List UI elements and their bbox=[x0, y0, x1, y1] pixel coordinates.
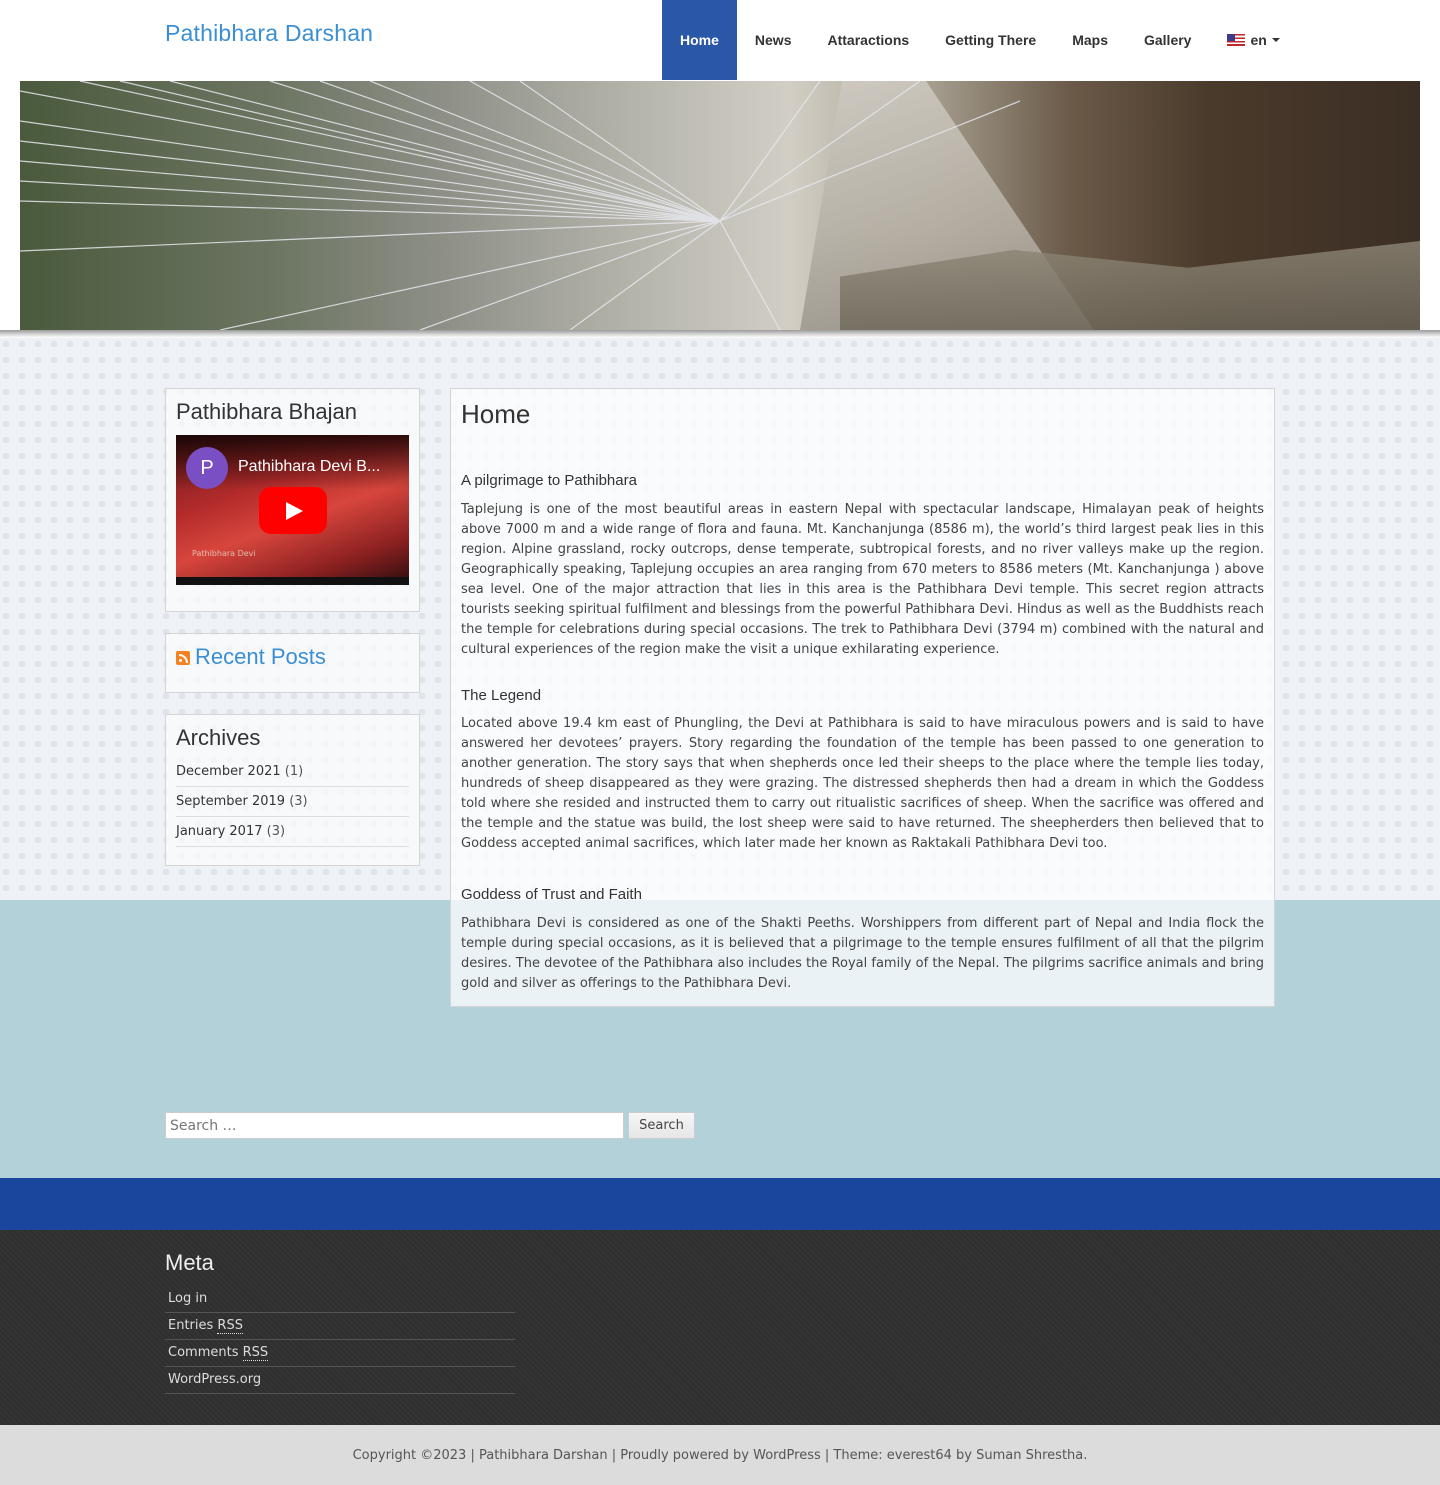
main-content: Home A pilgrimage to Pathibhara Taplejun… bbox=[450, 388, 1275, 1007]
archive-link-december-2021[interactable]: December 2021 bbox=[176, 764, 281, 779]
channel-avatar[interactable]: P bbox=[186, 447, 228, 489]
archive-item: January 2017 (3) bbox=[176, 817, 409, 847]
archive-count: (1) bbox=[284, 764, 304, 779]
play-icon[interactable] bbox=[259, 487, 327, 534]
language-label: en bbox=[1250, 32, 1267, 48]
rss-icon[interactable] bbox=[176, 651, 190, 666]
blue-divider-bar bbox=[0, 1178, 1440, 1230]
section-heading-goddess: Goddess of Trust and Faith bbox=[461, 886, 642, 903]
main-nav: Home News Attaractions Getting There Map… bbox=[662, 0, 1298, 80]
meta-entries-label: Entries bbox=[168, 1318, 218, 1333]
meta-item-entries-rss[interactable]: Entries RSS bbox=[165, 1313, 515, 1340]
meta-item-log-in[interactable]: Log in bbox=[165, 1286, 515, 1313]
banner-shadow bbox=[0, 330, 1440, 338]
nav-item-gallery[interactable]: Gallery bbox=[1126, 0, 1209, 80]
section-text-legend: Located above 19.4 km east of Phungling,… bbox=[461, 716, 1264, 851]
archive-item: September 2019 (3) bbox=[176, 787, 409, 817]
video-caption: Pathibhara Devi bbox=[192, 549, 256, 558]
language-switcher[interactable]: en bbox=[1209, 0, 1297, 80]
meta-list: Log in Entries RSS Comments RSS WordPres… bbox=[165, 1286, 515, 1394]
site-header: Pathibhara Darshan Home News Attaraction… bbox=[0, 0, 1440, 80]
site-title[interactable]: Pathibhara Darshan bbox=[165, 20, 373, 47]
archive-list: December 2021 (1) September 2019 (3) Jan… bbox=[176, 757, 409, 847]
section-text-pilgrimage: Taplejung is one of the most beautiful a… bbox=[461, 502, 1264, 657]
meta-item-wordpress-org[interactable]: WordPress.org bbox=[165, 1367, 515, 1394]
recent-posts-link[interactable]: Recent Posts bbox=[195, 644, 326, 669]
widget-title-recent-posts: Recent Posts bbox=[176, 644, 409, 670]
meta-item-comments-rss[interactable]: Comments RSS bbox=[165, 1340, 515, 1367]
nav-item-attractions[interactable]: Attaractions bbox=[809, 0, 927, 80]
search-button[interactable]: Search bbox=[628, 1112, 695, 1139]
youtube-video-embed[interactable]: P Pathibhara Devi B... Pathibhara Devi bbox=[176, 435, 409, 585]
section-heading-legend: The Legend bbox=[461, 687, 542, 704]
widget-bhajan: Pathibhara Bhajan P Pathibhara Devi B...… bbox=[165, 388, 420, 612]
search-input[interactable] bbox=[165, 1112, 624, 1139]
page-title: Home bbox=[461, 399, 531, 429]
meta-comments-label: Comments bbox=[168, 1345, 243, 1360]
nav-item-news[interactable]: News bbox=[737, 0, 810, 80]
copyright-bar: Copyright ©2023 | Pathibhara Darshan | P… bbox=[0, 1425, 1440, 1485]
archive-link-september-2019[interactable]: September 2019 bbox=[176, 794, 285, 809]
widget-title-bhajan: Pathibhara Bhajan bbox=[176, 399, 358, 424]
archive-link-january-2017[interactable]: January 2017 bbox=[176, 824, 263, 839]
us-flag-icon bbox=[1227, 34, 1246, 46]
video-title[interactable]: Pathibhara Devi B... bbox=[238, 458, 380, 476]
header-banner-image bbox=[20, 81, 1420, 330]
widget-title-archives: Archives bbox=[176, 725, 261, 750]
archive-item: December 2021 (1) bbox=[176, 757, 409, 787]
widget-archives: Archives December 2021 (1) September 201… bbox=[165, 714, 420, 866]
section-heading-pilgrimage: A pilgrimage to Pathibhara bbox=[461, 472, 637, 489]
widget-recent-posts: Recent Posts bbox=[165, 633, 420, 693]
nav-item-home[interactable]: Home bbox=[662, 0, 737, 80]
nav-item-getting-there[interactable]: Getting There bbox=[927, 0, 1054, 80]
archive-count: (3) bbox=[266, 824, 286, 839]
nav-item-maps[interactable]: Maps bbox=[1054, 0, 1126, 80]
archive-count: (3) bbox=[289, 794, 308, 809]
meta-title: Meta bbox=[165, 1250, 214, 1275]
copyright-text: Copyright ©2023 | Pathibhara Darshan | P… bbox=[352, 1447, 1088, 1463]
caret-down-icon bbox=[1271, 38, 1280, 42]
rss-abbr: RSS bbox=[242, 1345, 269, 1361]
rss-abbr: RSS bbox=[217, 1318, 243, 1334]
section-text-goddess: Pathibhara Devi is considered as one of … bbox=[461, 916, 1264, 991]
footer-widgets: Meta Log in Entries RSS Comments RSS Wor… bbox=[0, 1230, 1440, 1425]
banner-prayer-threads bbox=[20, 81, 1021, 330]
